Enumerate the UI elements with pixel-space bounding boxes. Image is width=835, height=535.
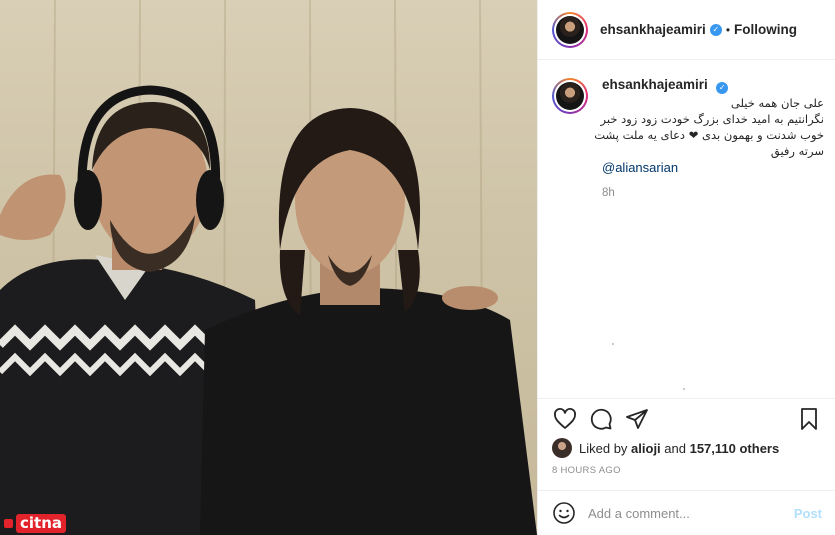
author-avatar[interactable] [552,11,588,48]
header-username[interactable]: ehsankhajeamiri [600,22,706,37]
caption-text: علی جان همه خیلی نگرانتیم به امید خدای ب… [594,95,824,159]
citna-watermark: citna [0,511,72,535]
likes-prefix: Liked by [579,440,632,456]
caption-comment: ehsankhajeamiri ✓ علی جان همه خیلی نگران… [552,76,824,199]
header-separator: • [725,22,731,37]
post-comment-button[interactable]: Post [794,506,822,521]
caption-line: خوب شدنت و بهمون بدی ❤ دعای یه ملت پشت [594,128,824,142]
liker-username[interactable]: alioji [631,441,661,456]
following-button[interactable]: Following [734,22,797,37]
caption-line: سرته رفیق [770,144,824,158]
caption-body: ehsankhajeamiri ✓ علی جان همه خیلی نگران… [594,76,824,199]
faint-dot [683,388,685,390]
watermark-mark-icon [4,518,13,528]
action-bar [538,398,835,438]
mention-link[interactable]: @aliansarian [602,160,824,175]
likes-summary: Liked by alioji and 157,110 others [552,438,779,458]
heart-icon[interactable] [552,406,578,432]
instagram-post: citna ehsankhajeamiri ✓ • Following ehsa… [0,0,835,535]
speech-bubble-icon[interactable] [588,406,614,432]
verified-badge-icon: ✓ [709,23,722,36]
caption-time[interactable]: 8h [602,187,824,199]
caption-line: نگرانتیم به امید خدای بزرگ خودت زود زود … [600,112,824,126]
photo-illustration [0,0,537,535]
post-header: ehsankhajeamiri ✓ • Following [538,0,835,60]
verified-badge-icon: ✓ [716,82,729,94]
watermark-text: citna [16,513,67,533]
caption-line: علی جان همه خیلی [730,96,824,110]
caption-username[interactable]: ehsankhajeamiri [602,77,708,92]
paper-plane-icon[interactable] [624,406,650,432]
post-side-panel: ehsankhajeamiri ✓ • Following ehsankhaje… [537,0,835,535]
likes-middle: and [660,440,690,456]
post-photo[interactable]: citna [0,0,537,535]
smiley-icon[interactable] [552,501,576,525]
faint-dot [612,343,614,345]
caption-avatar[interactable] [552,78,588,114]
post-timestamp[interactable]: 8 HOURS AGO [552,465,621,476]
likes-count-link[interactable]: 157,110 others [690,441,780,456]
liker-avatar[interactable] [552,438,572,458]
add-comment-bar: Post [538,490,835,535]
caption-username-row: ehsankhajeamiri ✓ [602,76,824,94]
bookmark-icon[interactable] [796,406,822,432]
comments-section: ehsankhajeamiri ✓ علی جان همه خیلی نگران… [538,60,835,199]
comment-input[interactable] [588,505,794,521]
